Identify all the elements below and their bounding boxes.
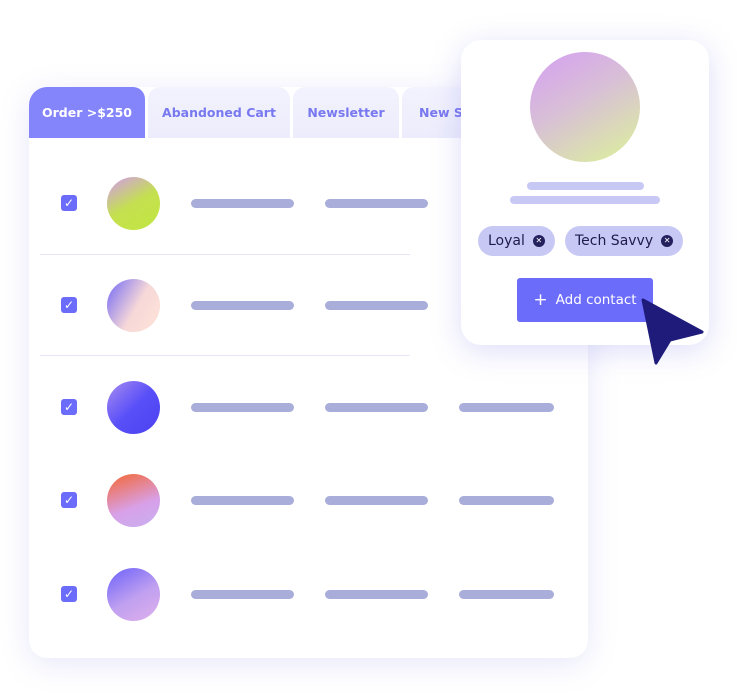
tag-chip-loyal: Loyal ✕ xyxy=(478,226,555,256)
tab-newsletter[interactable]: Newsletter xyxy=(293,87,399,138)
contact-avatar xyxy=(107,381,160,434)
contact-row: ✓ xyxy=(29,377,588,437)
add-contact-label: Add contact xyxy=(555,292,637,308)
name-placeholder xyxy=(191,403,294,412)
email-placeholder xyxy=(325,199,428,208)
remove-tag-icon[interactable]: ✕ xyxy=(532,235,545,247)
name-placeholder xyxy=(191,590,294,599)
name-placeholder xyxy=(191,199,294,208)
tab-abandoned-cart[interactable]: Abandoned Cart xyxy=(148,87,290,138)
remove-tag-icon[interactable]: ✕ xyxy=(661,235,674,247)
contact-avatar xyxy=(107,177,160,230)
tag-label: Loyal xyxy=(488,233,525,249)
divider xyxy=(40,254,410,255)
tab-order-250[interactable]: Order >$250 xyxy=(29,87,145,138)
tag-label: Tech Savvy xyxy=(575,233,654,249)
name-placeholder xyxy=(527,182,644,190)
contact-avatar xyxy=(530,52,640,162)
row-checkbox[interactable]: ✓ xyxy=(61,586,77,602)
row-checkbox[interactable]: ✓ xyxy=(61,399,77,415)
name-placeholder xyxy=(191,496,294,505)
contact-avatar xyxy=(107,474,160,527)
email-placeholder xyxy=(510,196,660,204)
name-placeholder xyxy=(191,301,294,310)
email-placeholder xyxy=(325,403,428,412)
contact-row: ✓ xyxy=(29,470,588,530)
contact-row: ✓ xyxy=(29,564,588,624)
email-placeholder xyxy=(325,301,428,310)
add-contact-button[interactable]: + Add contact xyxy=(517,278,653,322)
divider xyxy=(40,355,410,356)
email-placeholder xyxy=(325,590,428,599)
detail-placeholder xyxy=(459,496,554,505)
contact-avatar xyxy=(107,568,160,621)
tag-chip-tech-savvy: Tech Savvy ✕ xyxy=(565,226,684,256)
row-checkbox[interactable]: ✓ xyxy=(61,195,77,211)
detail-placeholder xyxy=(459,590,554,599)
row-checkbox[interactable]: ✓ xyxy=(61,492,77,508)
cursor-icon xyxy=(641,298,704,365)
detail-placeholder xyxy=(459,403,554,412)
contact-avatar xyxy=(107,279,160,332)
email-placeholder xyxy=(325,496,428,505)
plus-icon: + xyxy=(533,290,548,310)
row-checkbox[interactable]: ✓ xyxy=(61,297,77,313)
